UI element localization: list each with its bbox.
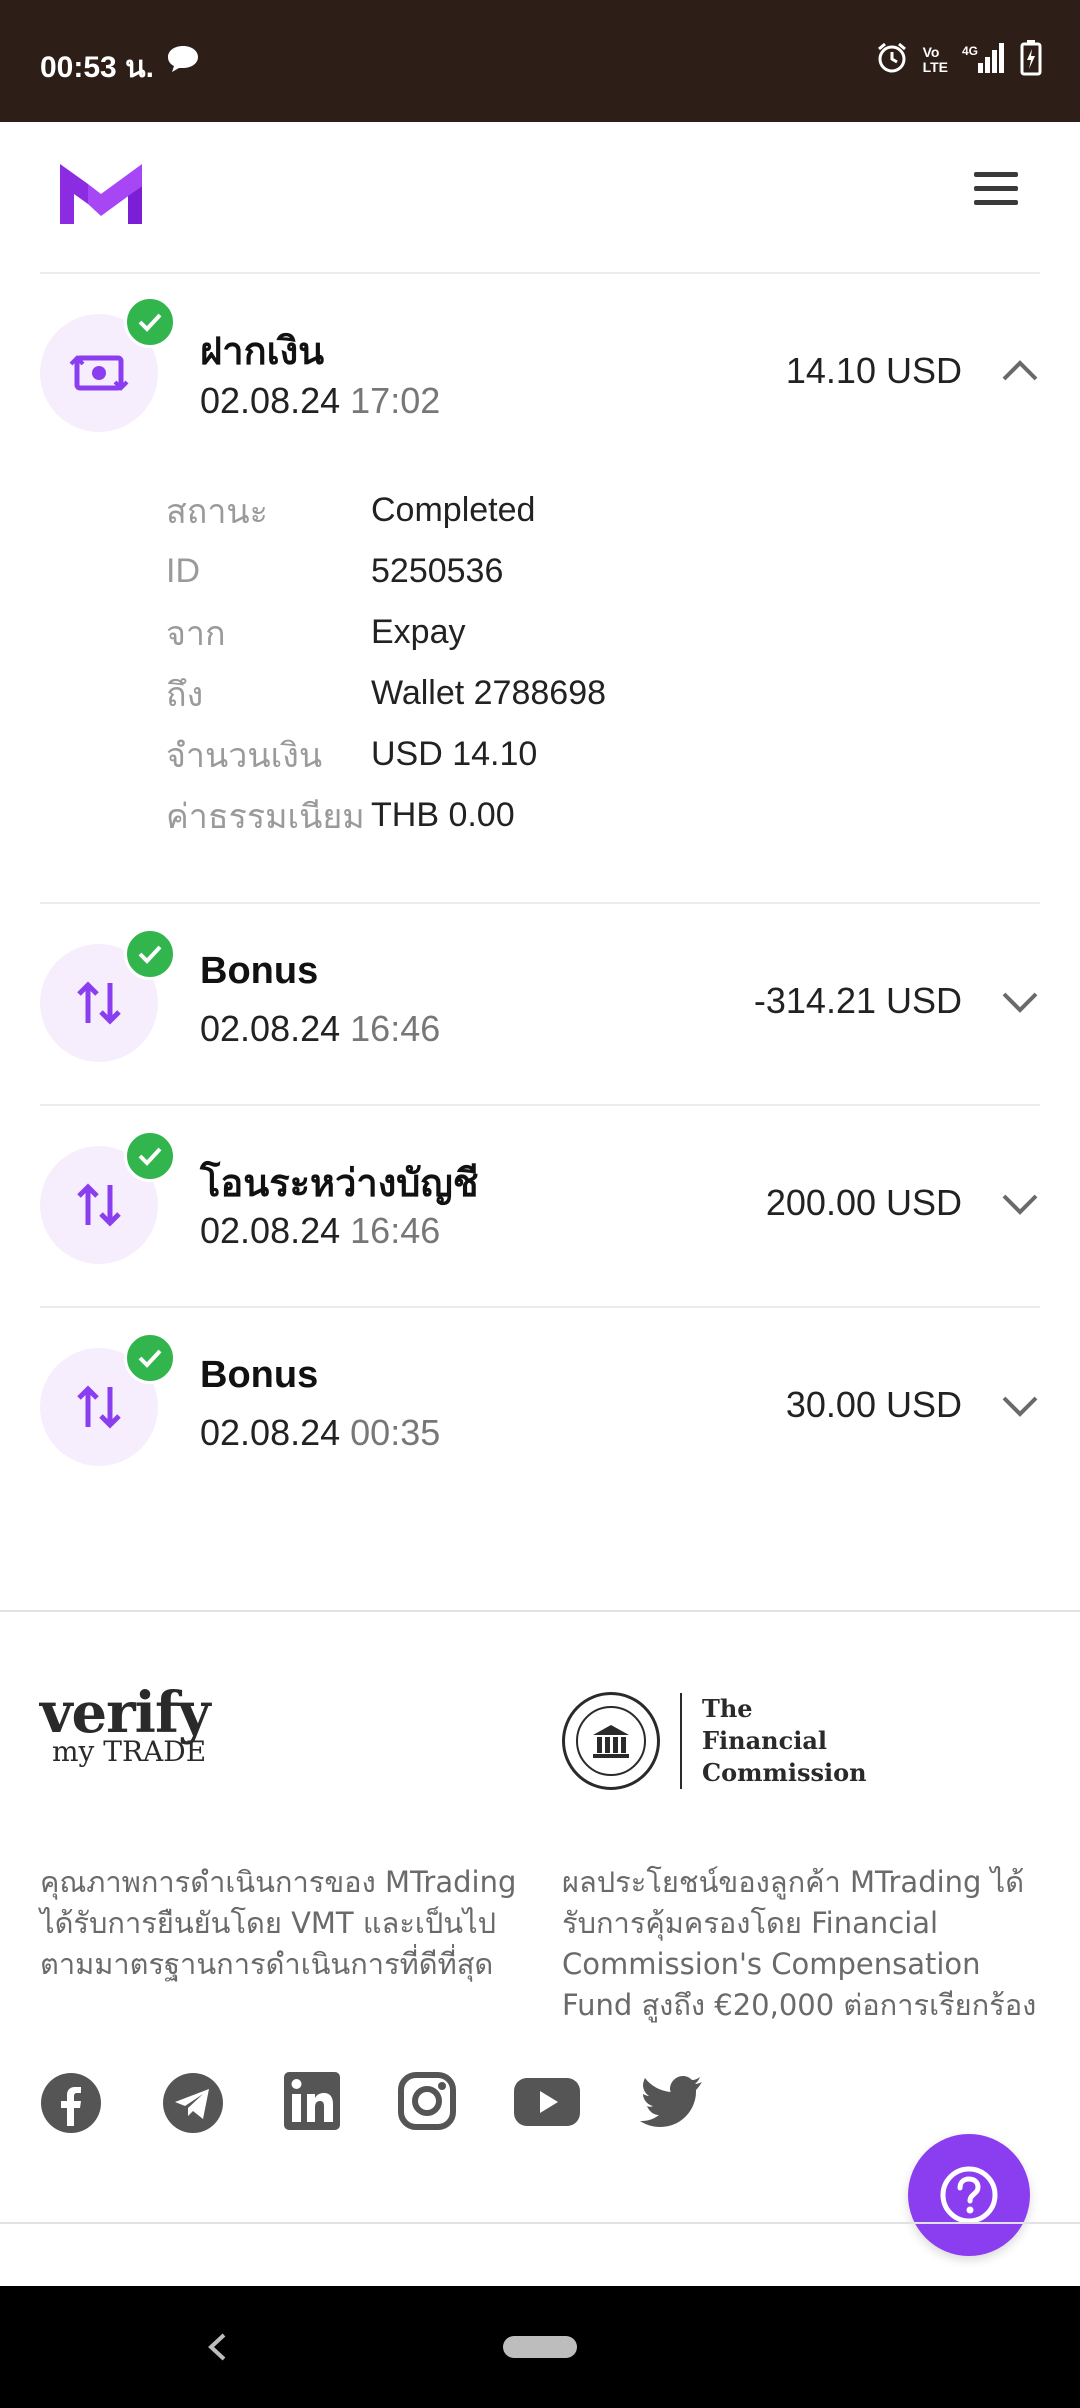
- status-icons: Vo LTE 4G: [875, 40, 1042, 80]
- transaction-title: ฝากเงิน: [200, 331, 325, 373]
- question-icon: [940, 2166, 998, 2224]
- footer-bottom-divider: [0, 2222, 1080, 2224]
- app-header: [0, 122, 1080, 272]
- footer-divider: [0, 1610, 1080, 1612]
- hamburger-menu-button[interactable]: [974, 172, 1018, 212]
- detail-row-status: สถานะ Completed: [166, 491, 536, 531]
- detail-row-id: ID 5250536: [166, 552, 504, 590]
- detail-row-from: จาก Expay: [166, 613, 466, 653]
- youtube-icon[interactable]: [514, 2078, 580, 2130]
- transaction-title: Bonus: [200, 950, 319, 992]
- completed-check-icon: [124, 1332, 176, 1384]
- transaction-item[interactable]: Bonus 02.08.24 16:46 -314.21 USD: [40, 904, 1040, 1104]
- signal-icon: 4G: [962, 43, 1006, 77]
- help-button[interactable]: [908, 2134, 1030, 2256]
- mtrading-logo[interactable]: [58, 160, 144, 230]
- transaction-amount: 14.10 USD: [785, 350, 962, 391]
- volte-icon: Vo LTE: [922, 44, 948, 75]
- alarm-icon: [875, 41, 909, 79]
- social-links: [40, 2072, 740, 2136]
- back-icon[interactable]: [206, 2332, 228, 2366]
- transaction-item[interactable]: โอนระหว่างบัญชี 02.08.24 16:46 200.00 US…: [40, 1106, 1040, 1306]
- fc-seal-icon: [562, 1692, 660, 1790]
- chevron-down-icon[interactable]: [1000, 1192, 1040, 1222]
- twitter-icon[interactable]: [640, 2076, 704, 2134]
- fc-description: ผลประโยชน์ของลูกค้า MTrading ได้รับการคุ…: [562, 1865, 1037, 2022]
- chevron-up-icon[interactable]: [1000, 358, 1040, 388]
- telegram-icon[interactable]: [162, 2072, 224, 2138]
- transaction-amount: -314.21 USD: [753, 980, 962, 1021]
- chat-bubble-icon: [166, 44, 200, 78]
- detail-row-amount: จำนวนเงิน USD 14.10: [166, 735, 538, 775]
- verify-description: คุณภาพการดำเนินการของ MTrading ได้รับการ…: [40, 1865, 517, 1981]
- detail-row-fee: ค่าธรรมเนียม THB 0.00: [166, 796, 515, 836]
- transaction-details: สถานะ Completed ID 5250536 จาก Expay ถึง…: [166, 480, 606, 846]
- svg-text:4G: 4G: [962, 44, 978, 58]
- status-time: 00:53 น.: [40, 51, 154, 84]
- completed-check-icon: [124, 296, 176, 348]
- home-pill-button[interactable]: [503, 2336, 577, 2358]
- transaction-amount: 200.00 USD: [765, 1182, 962, 1223]
- instagram-icon[interactable]: [398, 2072, 456, 2134]
- financial-commission-logo[interactable]: The Financial Commission: [562, 1692, 867, 1790]
- detail-row-to: ถึง Wallet 2788698: [166, 674, 607, 714]
- transaction-date: 02.08.24 16:46: [200, 1210, 441, 1251]
- completed-check-icon: [124, 928, 176, 980]
- transaction-title: Bonus: [200, 1354, 319, 1396]
- transaction-amount: 30.00 USD: [785, 1384, 962, 1425]
- transaction-date: 02.08.24 16:46: [200, 1008, 441, 1049]
- transaction-date: 02.08.24 00:35: [200, 1412, 441, 1453]
- transaction-item[interactable]: Bonus 02.08.24 00:35 30.00 USD: [40, 1308, 1040, 1508]
- system-navigation-bar: [0, 2286, 1080, 2408]
- chevron-down-icon[interactable]: [1000, 990, 1040, 1020]
- linkedin-icon[interactable]: [284, 2072, 340, 2134]
- transaction-title: โอนระหว่างบัญชี: [200, 1163, 479, 1205]
- verify-my-trade-logo[interactable]: verify my TRADE: [40, 1685, 211, 1768]
- transaction-date: 02.08.24 17:02: [200, 380, 441, 421]
- facebook-icon[interactable]: [40, 2072, 102, 2138]
- battery-icon: [1020, 40, 1042, 80]
- status-bar: 00:53 น. Vo LTE 4G: [0, 0, 1080, 122]
- chevron-down-icon[interactable]: [1000, 1394, 1040, 1424]
- completed-check-icon: [124, 1130, 176, 1182]
